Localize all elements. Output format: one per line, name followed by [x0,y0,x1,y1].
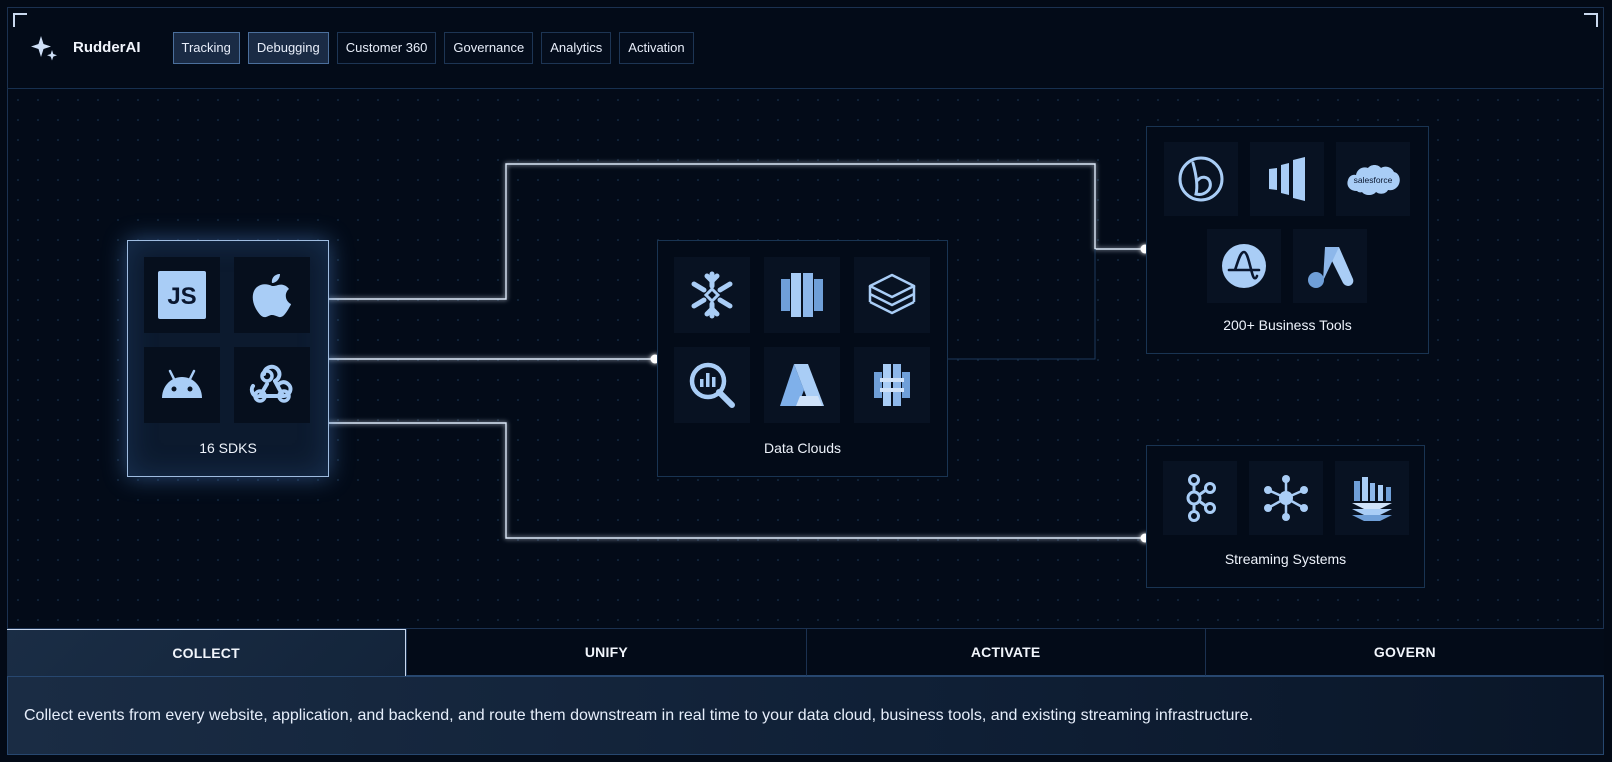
tile-braze [1164,142,1238,216]
tile-javascript: JS [144,257,220,333]
tab-collect[interactable]: COLLECT [7,629,407,676]
feature-tabs: COLLECT UNIFY ACTIVATE GOVERN [7,628,1604,676]
tile-salesforce: salesforce [1336,142,1410,216]
header: RudderAI Tracking Debugging Customer 360… [7,7,1604,89]
tab-label: GOVERN [1373,644,1436,660]
tab-description-panel: Collect events from every website, appli… [7,676,1604,755]
streaming-card[interactable]: Streaming Systems [1146,445,1425,588]
sdk-card[interactable]: JS 16 SDKS [127,240,329,477]
tile-mixpanel [1250,142,1324,216]
nav-label: Activation [628,40,685,55]
top-nav: Tracking Debugging Customer 360 Governan… [172,31,694,64]
data-clouds-label: Data Clouds [763,440,842,456]
nav-governance[interactable]: Governance [444,31,534,64]
tile-kinesis [1335,461,1409,535]
nav-label: Debugging [256,40,320,55]
nav-label: Analytics [550,40,603,55]
tile-amplitude [1207,229,1281,303]
sdk-card-label: 16 SDKS [199,440,257,456]
tile-aws-glue [854,347,930,423]
mixpanel-icon [1269,157,1305,201]
nav-analytics[interactable]: Analytics [541,31,612,64]
databricks-icon [868,273,916,315]
salesforce-icon: salesforce [1347,165,1400,195]
aws-glue-icon [874,364,910,406]
tile-databricks [854,257,930,333]
nav-customer-360[interactable]: Customer 360 [336,31,437,64]
tile-apple [234,257,310,333]
webhook-icon [249,364,293,403]
bigquery-icon [689,362,735,408]
braze-icon [1178,156,1224,202]
nav-label: Customer 360 [345,40,428,55]
snowflake-icon [691,271,733,319]
nav-tracking[interactable]: Tracking [172,31,240,64]
kafka-icon [1186,474,1216,522]
tile-redshift [764,257,840,333]
business-tools-label: 200+ Business Tools [1223,317,1352,333]
tab-label: ACTIVATE [970,644,1041,660]
nav-label: Tracking [181,40,231,55]
tile-webhook [234,347,310,423]
data-clouds-card[interactable]: Data Clouds [657,240,948,477]
tile-android [144,347,220,423]
tab-description: Collect events from every website, appli… [24,706,1254,724]
javascript-icon: JS [158,271,206,319]
nav-debugging[interactable]: Debugging [247,31,329,64]
android-icon [162,369,202,398]
tab-unify[interactable]: UNIFY [406,629,806,676]
apple-icon [252,274,291,318]
business-tools-card[interactable]: salesforce 200+ Business Tools [1146,126,1429,354]
nav-label: Governance [453,40,525,55]
brand[interactable]: RudderAI [29,33,141,63]
tile-snowflake [674,257,750,333]
tab-label: COLLECT [172,645,240,661]
tile-azure [764,347,840,423]
redshift-icon [781,273,823,317]
nav-activation[interactable]: Activation [619,31,694,64]
google-ads-icon [1308,247,1354,288]
streaming-label: Streaming Systems [1224,551,1347,567]
event-hub-icon [1264,475,1308,521]
amplitude-icon [1222,244,1266,288]
tile-kafka [1163,461,1237,535]
salesforce-text: salesforce [1354,175,1393,185]
js-text: JS [167,283,196,310]
brand-name: RudderAI [73,39,141,56]
tile-bigquery [674,347,750,423]
azure-synapse-icon [780,364,824,406]
sparkle-icon [31,35,57,60]
tab-activate[interactable]: ACTIVATE [805,629,1205,676]
tab-label: UNIFY [584,644,628,660]
tile-event-hub [1249,461,1323,535]
tab-govern[interactable]: GOVERN [1204,629,1604,676]
tile-google-ads [1293,229,1367,303]
kinesis-icon [1352,477,1392,521]
